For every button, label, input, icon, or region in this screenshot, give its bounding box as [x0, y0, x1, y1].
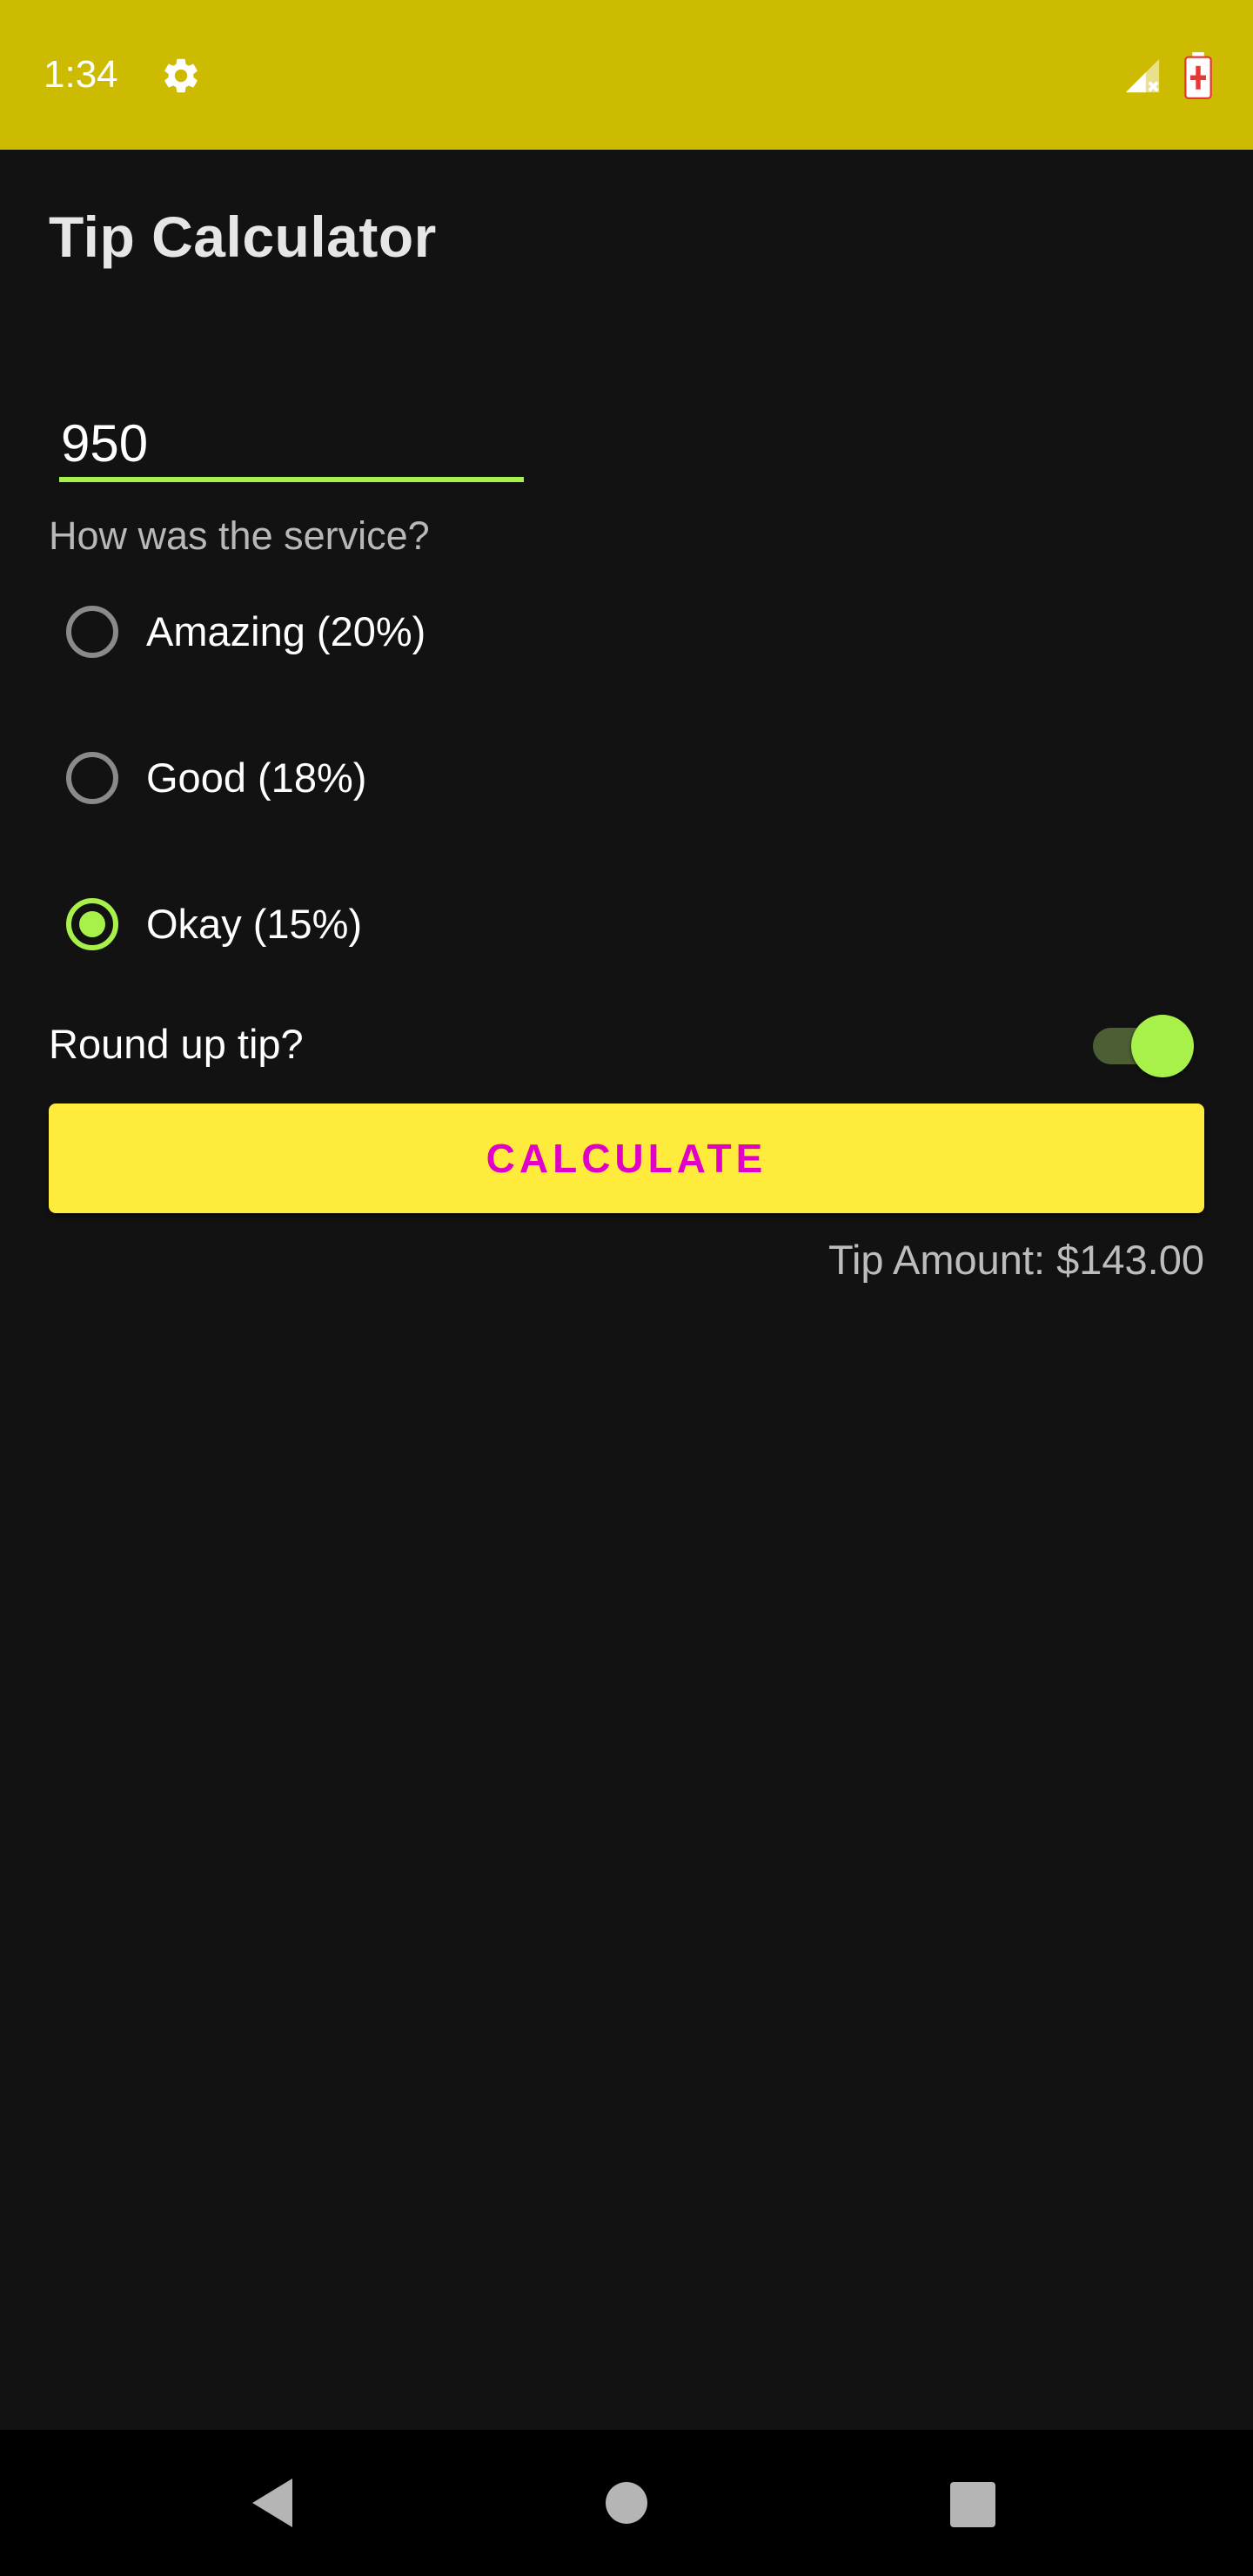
- calculate-button-label[interactable]: CALCULATE: [49, 1104, 1204, 1213]
- app-title: Tip Calculator: [49, 205, 437, 269]
- radio-selected-dot: [79, 911, 105, 937]
- round-up-tip-switch[interactable]: [1093, 1015, 1197, 1077]
- tip-amount-result: Tip Amount: $143.00: [828, 1237, 1204, 1283]
- battery-charging-icon: [1184, 52, 1212, 99]
- service-question-label: How was the service?: [49, 513, 430, 558]
- radio-option-good[interactable]: Good (18%): [49, 735, 658, 830]
- radio-button-checked-icon[interactable]: [66, 898, 118, 950]
- cost-of-service-input[interactable]: 950: [59, 400, 524, 487]
- input-underline: [59, 477, 524, 482]
- radio-label[interactable]: Amazing (20%): [146, 606, 425, 658]
- radio-label[interactable]: Good (18%): [146, 752, 366, 804]
- cost-input-value[interactable]: 950: [61, 409, 148, 479]
- radio-button-unchecked-icon[interactable]: [66, 606, 118, 658]
- calculate-button[interactable]: CALCULATE: [49, 1104, 1204, 1213]
- status-time: 1:34: [44, 53, 118, 96]
- status-bar: 1:34: [0, 0, 1253, 150]
- settings-gear-icon: [164, 58, 198, 93]
- navigation-bar: [0, 2430, 1253, 2576]
- back-icon[interactable]: [249, 2475, 298, 2531]
- recents-icon[interactable]: [950, 2482, 995, 2527]
- round-up-tip-label: Round up tip?: [49, 1021, 304, 1067]
- radio-label[interactable]: Okay (15%): [146, 898, 362, 950]
- signal-no-service-icon: [1125, 58, 1160, 93]
- switch-thumb[interactable]: [1131, 1015, 1194, 1077]
- radio-option-okay[interactable]: Okay (15%): [49, 881, 658, 976]
- radio-option-amazing[interactable]: Amazing (20%): [49, 588, 658, 684]
- radio-button-unchecked-icon[interactable]: [66, 752, 118, 804]
- home-icon[interactable]: [606, 2482, 647, 2524]
